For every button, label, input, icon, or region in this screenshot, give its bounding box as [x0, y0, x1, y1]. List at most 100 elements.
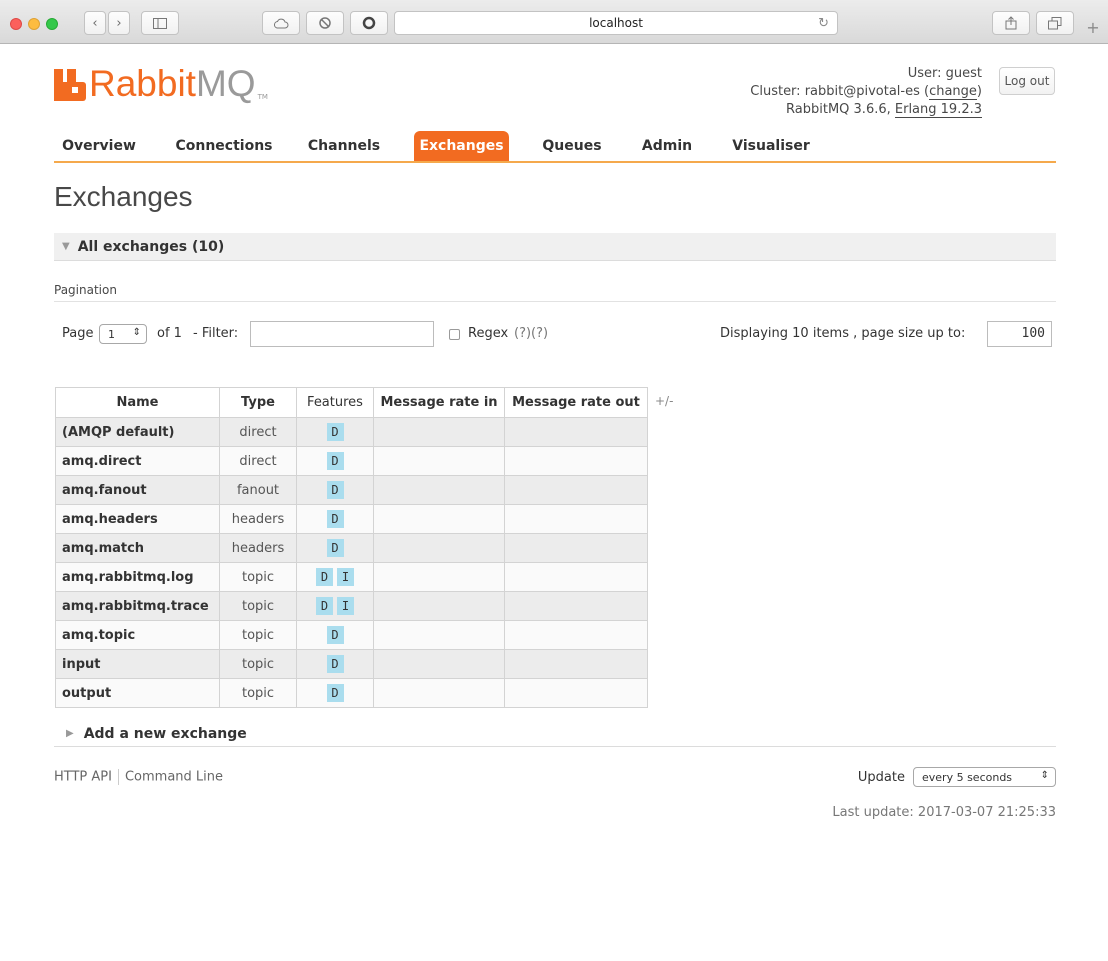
- rate-out-cell: [504, 649, 648, 679]
- last-update-text: Last update: 2017-03-07 21:25:33: [832, 805, 1056, 820]
- tab-overview[interactable]: Overview: [54, 131, 144, 161]
- footer-links: HTTP API Command Line: [54, 769, 223, 785]
- share-icon[interactable]: [992, 11, 1030, 35]
- exchange-type: headers: [219, 504, 297, 534]
- all-exchanges-section-toggle[interactable]: ▼ All exchanges (10): [54, 233, 1056, 261]
- col-name-header[interactable]: Name: [55, 387, 220, 418]
- table-row[interactable]: amq.fanout fanout D: [55, 475, 648, 505]
- rate-out-cell: [504, 678, 648, 708]
- table-row[interactable]: input topic D: [55, 649, 648, 679]
- exchange-name-link[interactable]: amq.match: [55, 533, 220, 563]
- exchange-features: D: [296, 678, 374, 708]
- regex-checkbox[interactable]: [449, 329, 460, 340]
- tab-visualiser[interactable]: Visualiser: [726, 131, 816, 161]
- exchange-name-link[interactable]: amq.headers: [55, 504, 220, 534]
- column-toggle-link[interactable]: +/-: [655, 394, 673, 408]
- tab-connections[interactable]: Connections: [164, 131, 284, 161]
- command-line-link[interactable]: Command Line: [125, 770, 223, 785]
- exchange-features: D: [296, 475, 374, 505]
- exchange-name-link[interactable]: input: [55, 649, 220, 679]
- tab-channels[interactable]: Channels: [299, 131, 389, 161]
- table-row[interactable]: amq.direct direct D: [55, 446, 648, 476]
- exchange-type: direct: [219, 446, 297, 476]
- user-info: User: guest Cluster: rabbit@pivotal-es (…: [750, 65, 982, 119]
- exchange-name-link[interactable]: (AMQP default): [55, 417, 220, 447]
- exchange-name-link[interactable]: output: [55, 678, 220, 708]
- rate-in-cell: [373, 562, 505, 592]
- reload-icon[interactable]: ↻: [818, 16, 829, 31]
- durable-badge: D: [326, 684, 344, 702]
- back-icon[interactable]: ‹: [84, 11, 106, 35]
- durable-badge: D: [326, 510, 344, 528]
- address-bar[interactable]: localhost ↻: [394, 11, 838, 35]
- rate-in-cell: [373, 475, 505, 505]
- col-type-header[interactable]: Type: [219, 387, 297, 418]
- page-size-input[interactable]: 100: [987, 321, 1052, 347]
- pagination-controls: Page 1 ⇕ of 1 - Filter: Regex (?)(?) Dis…: [62, 321, 1052, 347]
- http-api-link[interactable]: HTTP API: [54, 770, 112, 785]
- exchange-features: D: [296, 504, 374, 534]
- tab-exchanges[interactable]: Exchanges: [414, 131, 509, 161]
- update-interval-select[interactable]: every 5 seconds ⇕: [913, 767, 1056, 787]
- erlang-version-link[interactable]: Erlang 19.2.3: [894, 102, 982, 118]
- exchange-features: DI: [296, 591, 374, 621]
- rabbitmq-logo[interactable]: RabbitMQ TM: [54, 63, 268, 104]
- minimize-window-icon[interactable]: [28, 18, 40, 30]
- rate-out-cell: [504, 591, 648, 621]
- close-window-icon[interactable]: [10, 18, 22, 30]
- durable-badge: D: [326, 481, 344, 499]
- exchange-name-link[interactable]: amq.direct: [55, 446, 220, 476]
- filter-input[interactable]: [250, 321, 434, 347]
- exchange-type: headers: [219, 533, 297, 563]
- exchange-name-link[interactable]: amq.rabbitmq.trace: [55, 591, 220, 621]
- tab-queues[interactable]: Queues: [532, 131, 612, 161]
- rate-out-cell: [504, 562, 648, 592]
- page-select[interactable]: 1 ⇕: [99, 324, 147, 344]
- col-rate-in-header: Message rate in: [373, 387, 505, 418]
- rate-out-cell: [504, 475, 648, 505]
- table-row[interactable]: amq.topic topic D: [55, 620, 648, 650]
- col-rate-out-header: Message rate out: [504, 387, 648, 418]
- table-row[interactable]: output topic D: [55, 678, 648, 708]
- table-row[interactable]: amq.rabbitmq.log topic DI: [55, 562, 648, 592]
- rabbitmq-management-page: RabbitMQ TM User: guest Cluster: rabbit@…: [0, 45, 1108, 961]
- exchange-features: D: [296, 620, 374, 650]
- rate-out-cell: [504, 620, 648, 650]
- cluster-line: Cluster: rabbit@pivotal-es (change): [750, 84, 982, 100]
- expand-triangle-icon: ▶: [66, 728, 74, 739]
- select-arrows-icon: ⇕: [1040, 770, 1049, 781]
- rate-in-cell: [373, 446, 505, 476]
- change-cluster-link[interactable]: change: [929, 84, 977, 100]
- forward-icon[interactable]: ›: [108, 11, 130, 35]
- cloud-icon[interactable]: [262, 11, 300, 35]
- exchange-name-link[interactable]: amq.rabbitmq.log: [55, 562, 220, 592]
- internal-badge: I: [337, 597, 354, 615]
- add-exchange-section-toggle[interactable]: ▶ Add a new exchange: [54, 721, 1056, 747]
- logout-button[interactable]: Log out: [999, 67, 1055, 95]
- tabs-overview-icon[interactable]: [1036, 11, 1074, 35]
- select-arrows-icon: ⇕: [132, 327, 141, 338]
- new-tab-icon[interactable]: +: [1082, 18, 1104, 38]
- logo-trademark: TM: [257, 93, 268, 101]
- record-icon[interactable]: [350, 11, 388, 35]
- tab-admin[interactable]: Admin: [632, 131, 702, 161]
- rate-out-cell: [504, 417, 648, 447]
- regex-help-links[interactable]: (?)(?): [514, 326, 548, 341]
- exchange-type: fanout: [219, 475, 297, 505]
- durable-badge: D: [316, 568, 333, 586]
- table-row[interactable]: (AMQP default) direct D: [55, 417, 648, 447]
- main-nav: Overview Connections Channels Exchanges …: [54, 131, 1056, 163]
- sidebar-toggle-icon[interactable]: [141, 11, 179, 35]
- table-row[interactable]: amq.match headers D: [55, 533, 648, 563]
- durable-badge: D: [326, 655, 344, 673]
- zoom-window-icon[interactable]: [46, 18, 58, 30]
- table-row[interactable]: amq.headers headers D: [55, 504, 648, 534]
- durable-badge: D: [326, 423, 344, 441]
- table-row[interactable]: amq.rabbitmq.trace topic DI: [55, 591, 648, 621]
- exchange-name-link[interactable]: amq.topic: [55, 620, 220, 650]
- durable-badge: D: [326, 452, 344, 470]
- exchange-name-link[interactable]: amq.fanout: [55, 475, 220, 505]
- logo-text: RabbitMQ: [89, 63, 256, 104]
- update-label: Update: [857, 769, 905, 785]
- extension-icon[interactable]: [306, 11, 344, 35]
